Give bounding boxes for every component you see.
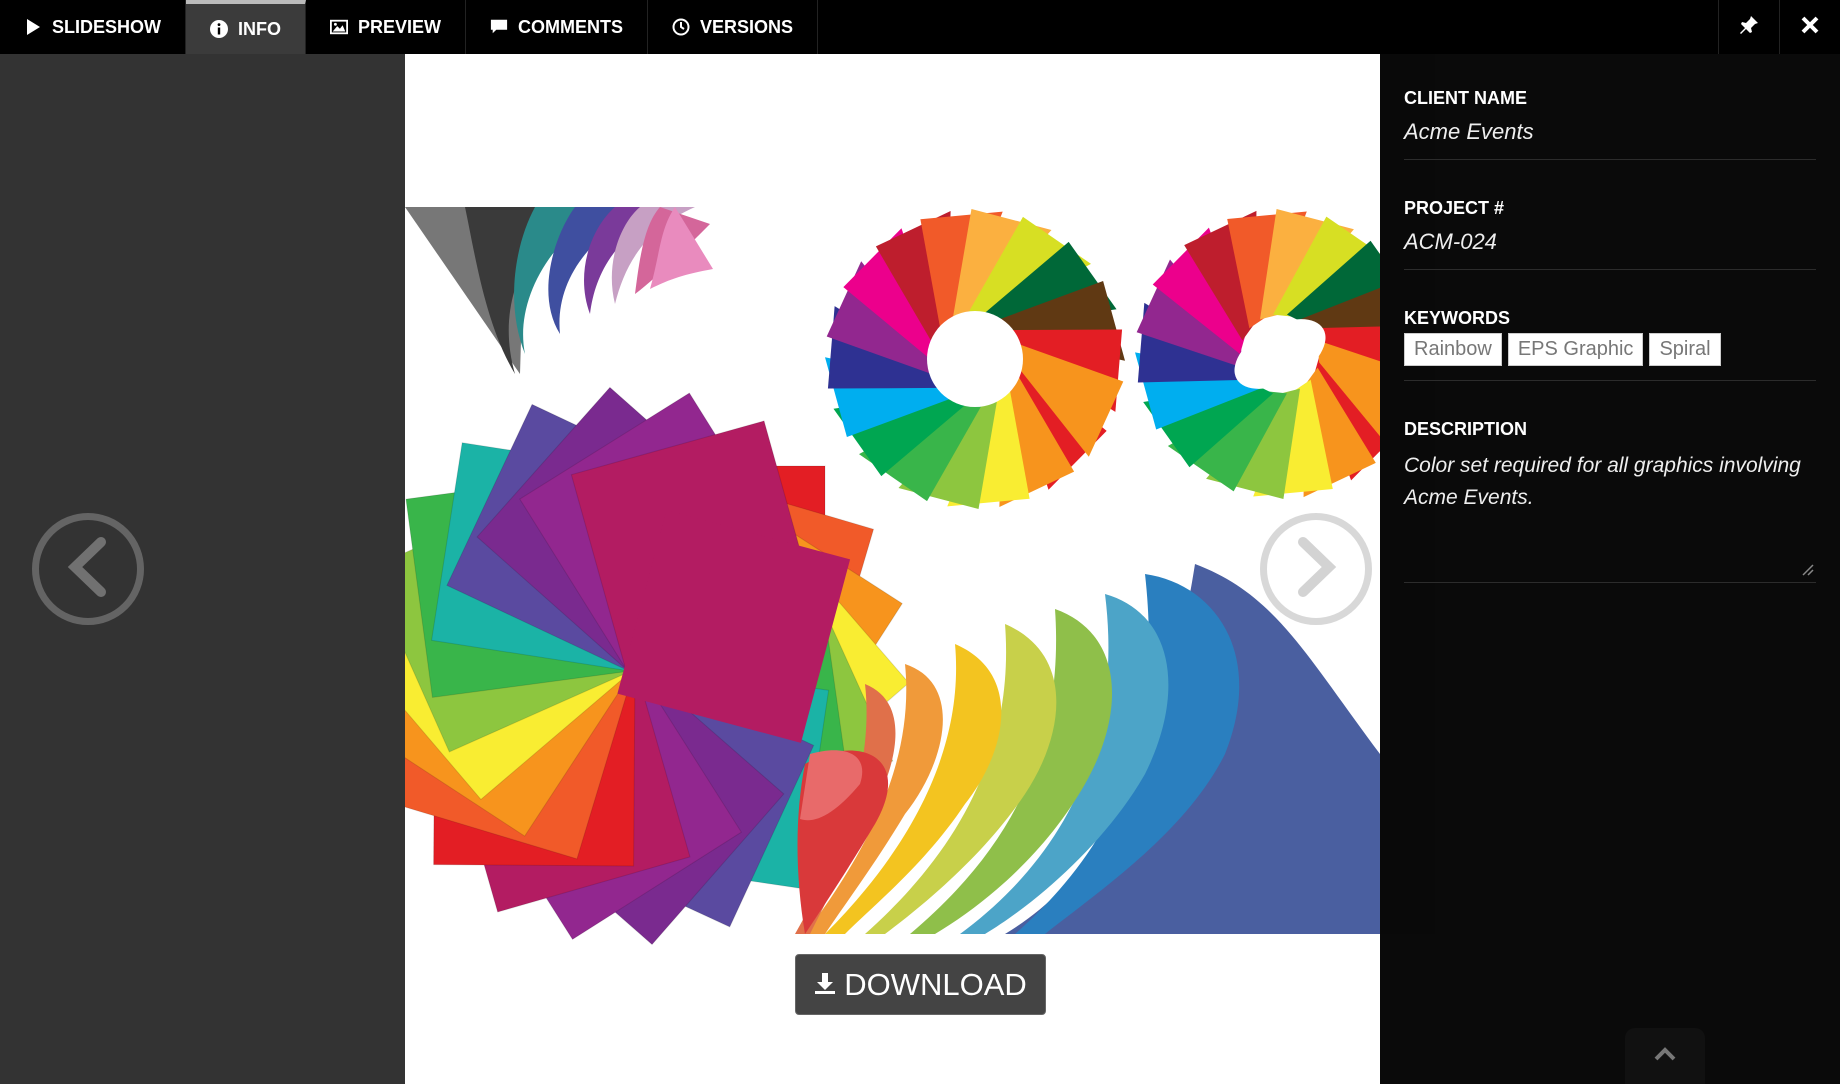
- keyword-tag[interactable]: Rainbow: [1404, 333, 1502, 366]
- tab-versions[interactable]: VERSIONS: [648, 0, 819, 54]
- description-textarea[interactable]: Color set required for all graphics invo…: [1404, 450, 1814, 576]
- image-preview: [405, 54, 1380, 1084]
- keywords-label: KEYWORDS: [1404, 308, 1511, 328]
- chevron-right-icon: [1291, 536, 1341, 602]
- tab-label: SLIDESHOW: [52, 16, 162, 37]
- chevron-left-icon: [63, 536, 113, 602]
- download-icon: [814, 967, 836, 1003]
- comment-icon: [490, 18, 508, 36]
- tab-label: PREVIEW: [358, 16, 442, 37]
- tab-info[interactable]: INFO: [186, 0, 307, 54]
- project-number-value[interactable]: ACM-024: [1404, 229, 1816, 255]
- download-label: DOWNLOAD: [844, 966, 1027, 1002]
- rainbow-paper-artwork: [405, 207, 1380, 946]
- client-name-field: CLIENT NAME Acme Events: [1404, 88, 1816, 160]
- description-text: Color set required for all graphics invo…: [1404, 454, 1801, 509]
- resize-grip-icon[interactable]: [1800, 554, 1814, 576]
- project-number-field: PROJECT # ACM-024: [1404, 198, 1816, 270]
- tab-comments[interactable]: COMMENTS: [466, 0, 649, 54]
- info-icon: [210, 20, 229, 38]
- project-number-label: PROJECT #: [1404, 198, 1505, 218]
- client-name-label: CLIENT NAME: [1404, 88, 1527, 108]
- scroll-to-top-button[interactable]: [1625, 1028, 1705, 1084]
- previous-button[interactable]: [32, 513, 144, 625]
- image-icon: [330, 18, 349, 36]
- pin-button[interactable]: [1718, 0, 1779, 54]
- tab-label: INFO: [238, 18, 282, 39]
- tab-slideshow[interactable]: SLIDESHOW: [0, 0, 187, 54]
- clock-icon: [672, 18, 690, 36]
- keywords-field: KEYWORDS Rainbow EPS Graphic Spiral: [1404, 308, 1816, 381]
- tab-preview[interactable]: PREVIEW: [306, 0, 467, 54]
- tab-label: COMMENTS: [518, 16, 624, 37]
- close-icon: [1801, 16, 1819, 39]
- description-label: DESCRIPTION: [1404, 419, 1528, 439]
- chevron-up-icon: [1653, 1046, 1677, 1067]
- keyword-tag[interactable]: Spiral: [1649, 333, 1721, 366]
- curled-fan-top-left: [405, 207, 713, 374]
- next-button[interactable]: [1260, 513, 1372, 625]
- client-name-value[interactable]: Acme Events: [1404, 119, 1816, 145]
- download-button[interactable]: DOWNLOAD: [795, 954, 1046, 1015]
- tab-label: VERSIONS: [700, 16, 794, 37]
- top-toolbar: SLIDESHOW INFO PREVIEW COMMENTS VERSIONS: [0, 0, 1840, 54]
- play-icon: [24, 18, 42, 36]
- keyword-tag[interactable]: EPS Graphic: [1507, 333, 1644, 366]
- spiral-ring-right: [1135, 209, 1380, 499]
- keyword-list: Rainbow EPS Graphic Spiral: [1404, 333, 1816, 366]
- close-button[interactable]: [1779, 0, 1840, 54]
- info-panel: CLIENT NAME Acme Events PROJECT # ACM-02…: [1380, 54, 1840, 1084]
- pin-icon: [1739, 15, 1759, 40]
- spiral-ring-top: [825, 209, 1125, 509]
- description-field: DESCRIPTION Color set required for all g…: [1404, 419, 1816, 583]
